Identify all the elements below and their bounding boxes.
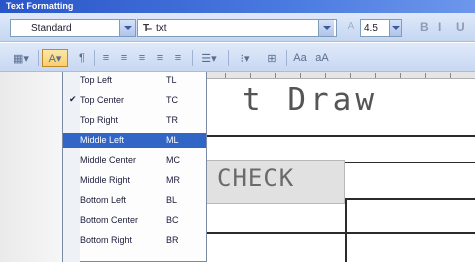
menu-item-tc[interactable]: ✔ Top Center TC [63, 93, 206, 108]
grid-line [205, 135, 475, 137]
menu-item-label: Top Right [80, 115, 119, 125]
text-height-select[interactable]: 4.5 [360, 19, 402, 37]
menu-item-label: Bottom Center [80, 215, 139, 225]
text-height-icon: A [347, 21, 355, 32]
menu-item-mc[interactable]: Middle Center MC [63, 153, 206, 168]
bold-icon[interactable]: B [420, 20, 429, 34]
palette-strip [0, 72, 62, 262]
uppercase-icon[interactable]: Aa [292, 49, 308, 67]
menu-item-shortcut: BC [166, 215, 179, 225]
ruler[interactable] [205, 72, 475, 79]
menu-item-bl[interactable]: Bottom Left BL [63, 193, 206, 208]
justify-icon[interactable]: ≡ [152, 49, 168, 67]
chevron-down-icon[interactable] [389, 20, 401, 36]
menu-item-mr[interactable]: Middle Right MR [63, 173, 206, 188]
menu-item-shortcut: BL [166, 195, 178, 205]
font-select[interactable]: T̶ txt [137, 19, 337, 37]
drawing-title-text: t Draw [242, 82, 378, 118]
chevron-down-icon[interactable] [119, 20, 135, 36]
grid-line [345, 162, 475, 163]
chevron-down-icon[interactable] [318, 20, 334, 36]
grid-line [205, 232, 475, 234]
text-style-select[interactable]: Standard [10, 19, 136, 37]
justification-menu: Top Left TL ✔ Top Center TC Top Right TR Middle… [62, 72, 207, 262]
checkmark-icon: ✔ [69, 94, 77, 104]
distribute-icon[interactable]: ≡ [170, 49, 186, 67]
table-cell-text: CHECK [217, 164, 295, 192]
menu-item-shortcut: TR [166, 115, 178, 125]
numbering-icon[interactable]: ⁝▾ [232, 49, 258, 67]
align-center-icon[interactable]: ≡ [116, 49, 132, 67]
underline-icon[interactable]: U [456, 20, 465, 34]
menu-item-shortcut: ML [166, 135, 179, 145]
menu-item-shortcut: MC [166, 155, 180, 165]
grid-line [345, 198, 347, 262]
menu-item-label: Middle Left [80, 135, 125, 145]
columns-icon[interactable]: ▦▾ [8, 49, 34, 67]
lowercase-icon[interactable]: aA [314, 49, 330, 67]
menu-item-br[interactable]: Bottom Right BR [63, 233, 206, 248]
align-left-icon[interactable]: ≡ [98, 49, 114, 67]
justification-icon[interactable]: A▾ [42, 49, 68, 67]
text-style-value: Standard [31, 22, 72, 34]
align-right-icon[interactable]: ≡ [134, 49, 150, 67]
menu-item-tl[interactable]: Top Left TL [63, 73, 206, 88]
font-icon: T̶ [142, 22, 150, 34]
font-value: txt [156, 22, 167, 34]
menu-item-ml[interactable]: Middle Left ML [63, 133, 206, 148]
menu-item-label: Middle Right [80, 175, 131, 185]
menu-item-label: Bottom Left [80, 195, 127, 205]
menu-item-shortcut: TL [166, 75, 177, 85]
paragraph-icon[interactable]: ¶ [74, 49, 90, 67]
toolbar-bottom-row: ▦▾ A▾ ¶ ≡ ≡ ≡ ≡ ≡ ☰▾ ⁝▾ ⊞ Aa aA [0, 43, 475, 72]
insert-field-icon[interactable]: ⊞ [264, 49, 280, 67]
menu-item-shortcut: MR [166, 175, 180, 185]
line-spacing-icon[interactable]: ☰▾ [196, 49, 222, 67]
grid-line [345, 198, 475, 200]
menu-item-shortcut: BR [166, 235, 179, 245]
menu-item-label: Middle Center [80, 155, 137, 165]
text-height-value: 4.5 [364, 22, 378, 34]
menu-item-tr[interactable]: Top Right TR [63, 113, 206, 128]
menu-item-shortcut: TC [166, 95, 178, 105]
toolbar-top-row: Standard T̶ txt A 4.5 B I U [0, 13, 475, 42]
menu-item-label: Top Center [80, 95, 125, 105]
menu-item-label: Top Left [80, 75, 113, 85]
menu-item-label: Bottom Right [80, 235, 133, 245]
menu-item-bc[interactable]: Bottom Center BC [63, 213, 206, 228]
window-title: Text Formatting [0, 0, 475, 13]
italic-icon[interactable]: I [438, 20, 441, 34]
